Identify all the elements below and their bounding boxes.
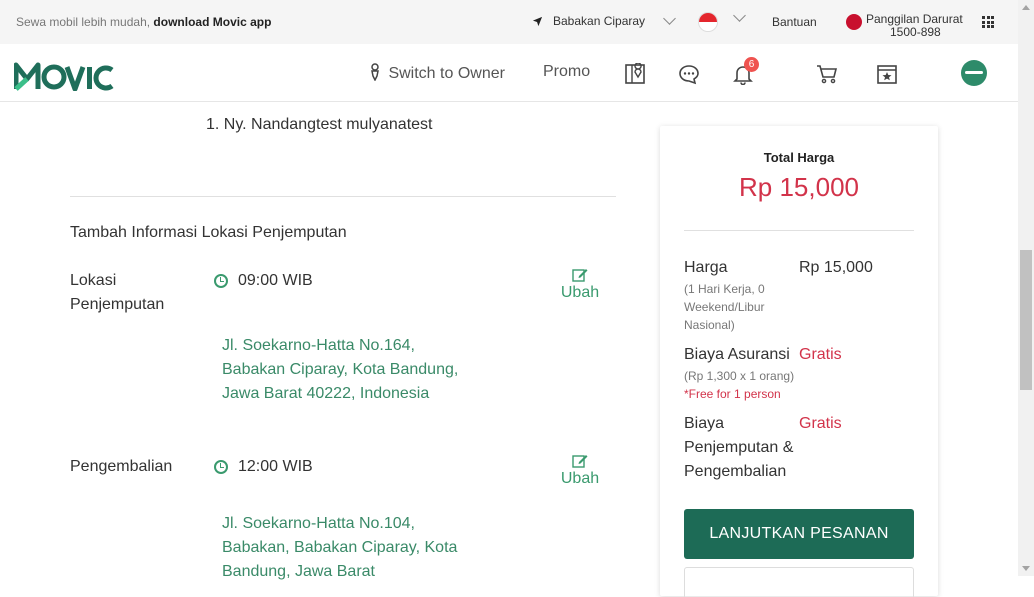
price-summary-card: Total Harga Rp 15,000 Harga Rp 15,000 (1… [660,126,938,597]
total-price-value: Rp 15,000 [739,172,859,202]
scroll-up-arrow-icon[interactable] [1022,5,1030,10]
edit-pickup-label: Ubah [560,284,600,301]
pickup-time: 09:00 WIB [214,272,313,290]
clock-icon [214,460,228,474]
pickup-time-value: 09:00 WIB [238,272,313,289]
edit-return-label: Ubah [560,470,600,487]
movic-logo[interactable] [13,59,114,99]
emergency-number: 1500-898 [890,25,941,39]
price-detail: (1 Hari Kerja, 0 Weekend/Libur Nasional) [684,282,765,332]
section-divider [70,196,616,197]
movic-logo-mark [13,62,114,92]
return-time-value: 12:00 WIB [238,458,313,475]
edit-icon [572,269,588,282]
map-pin-icon[interactable] [624,63,646,85]
location-label: Babakan Ciparay [553,14,646,28]
section-title: Tambah Informasi Lokasi Penjemputan [70,224,347,241]
insurance-note: *Free for 1 person [684,387,781,401]
return-time: 12:00 WIB [214,458,313,476]
main-navbar: Switch to Owner Promo 6 [0,44,1018,102]
language-chevron-down-icon[interactable] [733,9,746,22]
pickup-fee-label: Biaya Penjemputan & Pengembalian [684,415,794,480]
favorites-icon[interactable] [876,63,898,85]
person-pin-icon [371,63,379,82]
continue-order-button[interactable]: LANJUTKAN PESANAN [684,509,914,559]
app-promo[interactable]: Sewa mobil lebih mudah, download Movic a… [16,15,271,29]
insurance-value: Gratis [799,346,842,363]
pickup-label: Lokasi Penjemputan [70,272,165,313]
help-link[interactable]: Bantuan [772,15,817,29]
return-label: Pengembalian [70,458,173,475]
promo-link[interactable]: Promo [543,63,590,81]
insurance-detail: (Rp 1,300 x 1 orang) [684,369,795,383]
scroll-down-arrow-icon[interactable] [1022,566,1030,571]
download-app-link[interactable]: download Movic app [153,15,271,29]
card-divider [684,230,914,231]
pickup-fee-value: Gratis [799,415,842,432]
total-price-label: Total Harga [763,150,835,165]
chevron-down-icon [663,12,676,25]
navigation-arrow-icon [532,16,543,26]
top-utility-bar: Sewa mobil lebih mudah, download Movic a… [0,0,1018,44]
return-address: Jl. Soekarno-Hatta No.104, Babakan, Baba… [222,515,458,580]
clock-icon [214,274,228,288]
passenger-name: 1. Ny. Nandangtest mulyanatest [206,116,433,133]
edit-icon [572,455,588,468]
scroll-thumb[interactable] [1020,250,1032,390]
page-scrollbar[interactable] [1018,0,1034,576]
chat-icon[interactable] [678,63,700,85]
promo-text: Sewa mobil lebih mudah, [16,15,151,29]
pickup-address: Jl. Soekarno-Hatta No.164, Babakan Cipar… [222,337,459,402]
price-value: Rp 15,000 [799,259,873,276]
notification-badge: 6 [744,57,759,72]
price-label: Harga [684,259,728,276]
insurance-label: Biaya Asuransi [684,346,790,363]
language-flag-icon[interactable] [698,12,718,32]
cart-icon[interactable] [816,63,838,85]
secondary-option-box[interactable] [684,567,914,597]
main-content: 1. Ny. Nandangtest mulyanatest Tambah In… [0,102,1018,597]
user-avatar[interactable] [961,60,987,86]
edit-return-button[interactable]: Ubah [560,454,600,488]
switch-owner-link[interactable]: Switch to Owner [369,63,505,83]
location-selector[interactable]: Babakan Ciparay [532,12,676,28]
switch-owner-label: Switch to Owner [388,65,505,82]
apps-grid-icon[interactable] [982,16,994,28]
emergency-call[interactable]: Panggilan Darurat 1500-898 [846,13,963,39]
edit-pickup-button[interactable]: Ubah [560,268,600,302]
